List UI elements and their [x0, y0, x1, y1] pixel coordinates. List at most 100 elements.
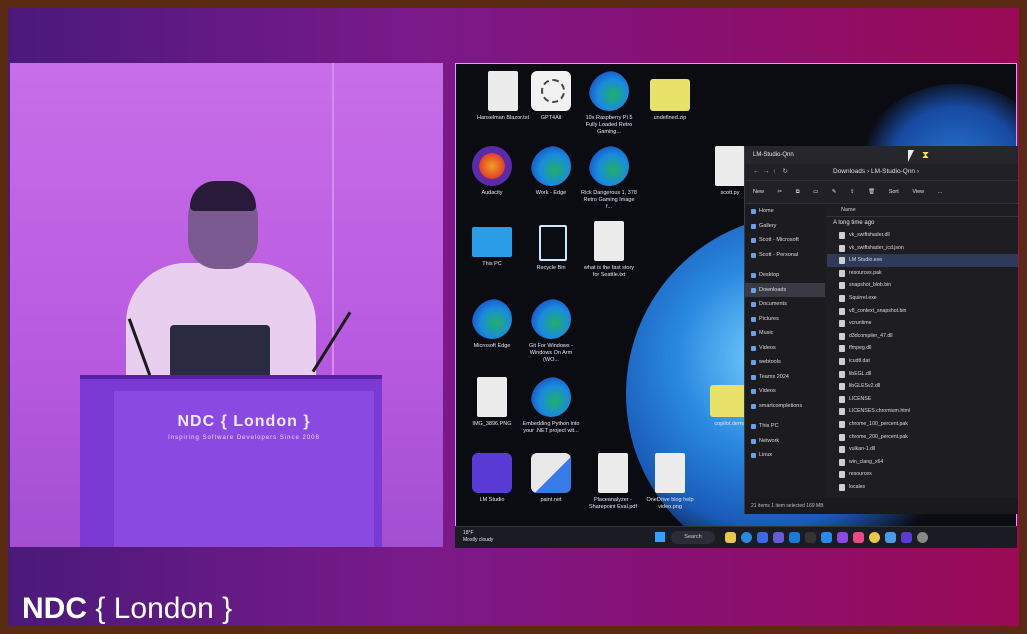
- edge-icon: [589, 71, 629, 111]
- nav-item[interactable]: Teams 2024: [745, 370, 825, 385]
- nav-item[interactable]: Linux: [745, 448, 825, 463]
- nav-item[interactable]: smartcompletions: [745, 399, 825, 414]
- file-row[interactable]: chrome_100_percent.pak: [827, 418, 1018, 431]
- file-row[interactable]: vk_swiftshader.dll: [827, 229, 1018, 242]
- desktop-icon[interactable]: Audacity: [463, 146, 521, 197]
- nav-item[interactable]: webtools: [745, 355, 825, 370]
- pc-icon: [472, 227, 512, 257]
- breadcrumb[interactable]: Downloads › LM-Studio-Qnn ›: [833, 164, 919, 180]
- nav-item[interactable]: Network: [745, 434, 825, 449]
- navigation-pane: Home Gallery Scott - Microsoft Scott - Pers…: [745, 204, 825, 498]
- desktop-icon[interactable]: Embedding Python into your .NET project …: [522, 377, 580, 435]
- sort-button[interactable]: Sort: [889, 189, 899, 195]
- teams-taskbar-icon[interactable]: [773, 532, 784, 543]
- file-row[interactable]: ffmpeg.dll: [827, 342, 1018, 355]
- address-bar[interactable]: ← → ↑ ↻ Downloads › LM-Studio-Qnn ›: [745, 164, 1018, 181]
- file-row[interactable]: vulkan-1.dll: [827, 443, 1018, 456]
- file-row[interactable]: vk_swiftshader_icd.json: [827, 242, 1018, 255]
- breadcrumb-downloads[interactable]: Downloads: [833, 168, 865, 175]
- nav-item[interactable]: Scott - Personal: [745, 248, 825, 263]
- file-row[interactable]: locales: [827, 481, 1018, 494]
- file-row[interactable]: snapshot_blob.bin: [827, 279, 1018, 292]
- desktop-icon[interactable]: GPT4All: [522, 71, 580, 122]
- desktop-icon[interactable]: what is the fast story for Seattle.txt: [580, 221, 638, 279]
- photos-taskbar-icon[interactable]: [853, 532, 864, 543]
- file-row[interactable]: libEGL.dll: [827, 368, 1018, 381]
- speaker-hair: [190, 181, 256, 211]
- command-bar: New ✂ ⧉ ▭ ✎ ⇪ 🗑 Sort View ...: [745, 181, 1018, 204]
- file-row[interactable]: LM Studio.exe: [827, 254, 1018, 267]
- nav-item[interactable]: Desktop: [745, 268, 825, 283]
- nav-item[interactable]: Videos: [745, 341, 825, 356]
- vscode-taskbar-icon[interactable]: [821, 532, 832, 543]
- logo-ndc: NDC: [22, 592, 87, 625]
- file-row[interactable]: win_clang_x64: [827, 456, 1018, 469]
- desktop-icon[interactable]: Placeanalyzer - Sharepoint Eval.pdf: [584, 453, 642, 511]
- share-icon[interactable]: ⇪: [850, 189, 855, 195]
- file-explorer-window[interactable]: LM-Studio-Qnn ← → ↑ ↻ Downloads › LM-Stu…: [744, 146, 1018, 514]
- desktop-icon[interactable]: Work - Edge: [522, 146, 580, 197]
- nav-item[interactable]: Documents: [745, 297, 825, 312]
- desktop-icon[interactable]: paint.net: [522, 453, 580, 504]
- file-row[interactable]: v8_context_snapshot.bin: [827, 305, 1018, 318]
- paint-taskbar-icon[interactable]: [885, 532, 896, 543]
- chrome-taskbar-icon[interactable]: [869, 532, 880, 543]
- desktop-icon[interactable]: LM Studio: [463, 453, 521, 504]
- nav-item[interactable]: Downloads: [745, 282, 825, 297]
- audacity-icon: [472, 146, 512, 186]
- nav-item[interactable]: Home: [745, 204, 825, 219]
- visual-studio-taskbar-icon[interactable]: [837, 532, 848, 543]
- status-bar: 21 items 1 item selected 169 MB: [745, 498, 1018, 514]
- view-button[interactable]: View: [912, 189, 924, 195]
- nav-item[interactable]: Videos: [745, 384, 825, 399]
- forward-icon[interactable]: →: [763, 164, 771, 180]
- more-button[interactable]: ...: [938, 189, 943, 195]
- back-icon[interactable]: ←: [753, 164, 761, 180]
- start-button[interactable]: [655, 532, 665, 542]
- nav-item[interactable]: Music: [745, 326, 825, 341]
- nav-item[interactable]: This PC: [745, 419, 825, 434]
- store-taskbar-icon[interactable]: [757, 532, 768, 543]
- file-row[interactable]: LICENSE: [827, 393, 1018, 406]
- file-row[interactable]: icudtl.dat: [827, 355, 1018, 368]
- taskbar-search[interactable]: Search: [671, 531, 715, 544]
- desktop-icon[interactable]: OneDrive blog help video.png: [641, 453, 699, 511]
- up-icon[interactable]: ↑: [773, 164, 781, 180]
- copy-icon[interactable]: ⧉: [796, 189, 800, 195]
- outlook-taskbar-icon[interactable]: [789, 532, 800, 543]
- breadcrumb-current[interactable]: LM-Studio-Qnn: [871, 168, 915, 175]
- terminal-taskbar-icon[interactable]: [805, 532, 816, 543]
- desktop-icon[interactable]: undefined.zip: [641, 71, 699, 122]
- weather-widget[interactable]: 18°F Mostly cloudy: [463, 530, 493, 544]
- settings-taskbar-icon[interactable]: [917, 532, 928, 543]
- nav-item[interactable]: Gallery: [745, 219, 825, 234]
- nav-item[interactable]: Scott - Microsoft: [745, 233, 825, 248]
- desktop-icon[interactable]: Recycle Bin: [522, 221, 580, 272]
- desktop-icon[interactable]: This PC: [463, 221, 521, 268]
- file-row[interactable]: Squirrel.exe: [827, 292, 1018, 305]
- nav-item[interactable]: Pictures: [745, 312, 825, 327]
- group-header[interactable]: A long time ago: [827, 217, 1018, 229]
- file-row[interactable]: libGLESv2.dll: [827, 380, 1018, 393]
- cut-icon[interactable]: ✂: [778, 189, 783, 195]
- desktop-icon[interactable]: 10x Raspberry Pi 5 Fully Loaded Retro Ga…: [580, 71, 638, 136]
- refresh-icon[interactable]: ↻: [782, 164, 790, 180]
- rename-icon[interactable]: ✎: [832, 189, 837, 195]
- new-button[interactable]: New: [753, 189, 764, 195]
- desktop-icon[interactable]: Microsoft Edge: [463, 299, 521, 350]
- desktop-icon[interactable]: Git For Windows - Windows On Arm (WO...: [522, 299, 580, 364]
- delete-icon[interactable]: 🗑: [868, 189, 875, 195]
- column-header-name[interactable]: Name: [827, 204, 1018, 217]
- desktop-icon[interactable]: Rick Dangerous 1, 378 Retro Gaming Image…: [580, 146, 638, 211]
- file-row[interactable]: resources.pak: [827, 267, 1018, 280]
- file-row[interactable]: LICENSES.chromium.html: [827, 405, 1018, 418]
- lm-studio-taskbar-icon[interactable]: [901, 532, 912, 543]
- edge-taskbar-icon[interactable]: [741, 532, 752, 543]
- desktop-icon[interactable]: IMG_3896.PNG: [463, 377, 521, 428]
- file-row[interactable]: chrome_200_percent.pak: [827, 431, 1018, 444]
- file-explorer-taskbar-icon[interactable]: [725, 532, 736, 543]
- file-row[interactable]: d3dcompiler_47.dll: [827, 330, 1018, 343]
- file-row[interactable]: resources: [827, 468, 1018, 481]
- file-row[interactable]: vcruntime: [827, 317, 1018, 330]
- paste-icon[interactable]: ▭: [813, 189, 818, 195]
